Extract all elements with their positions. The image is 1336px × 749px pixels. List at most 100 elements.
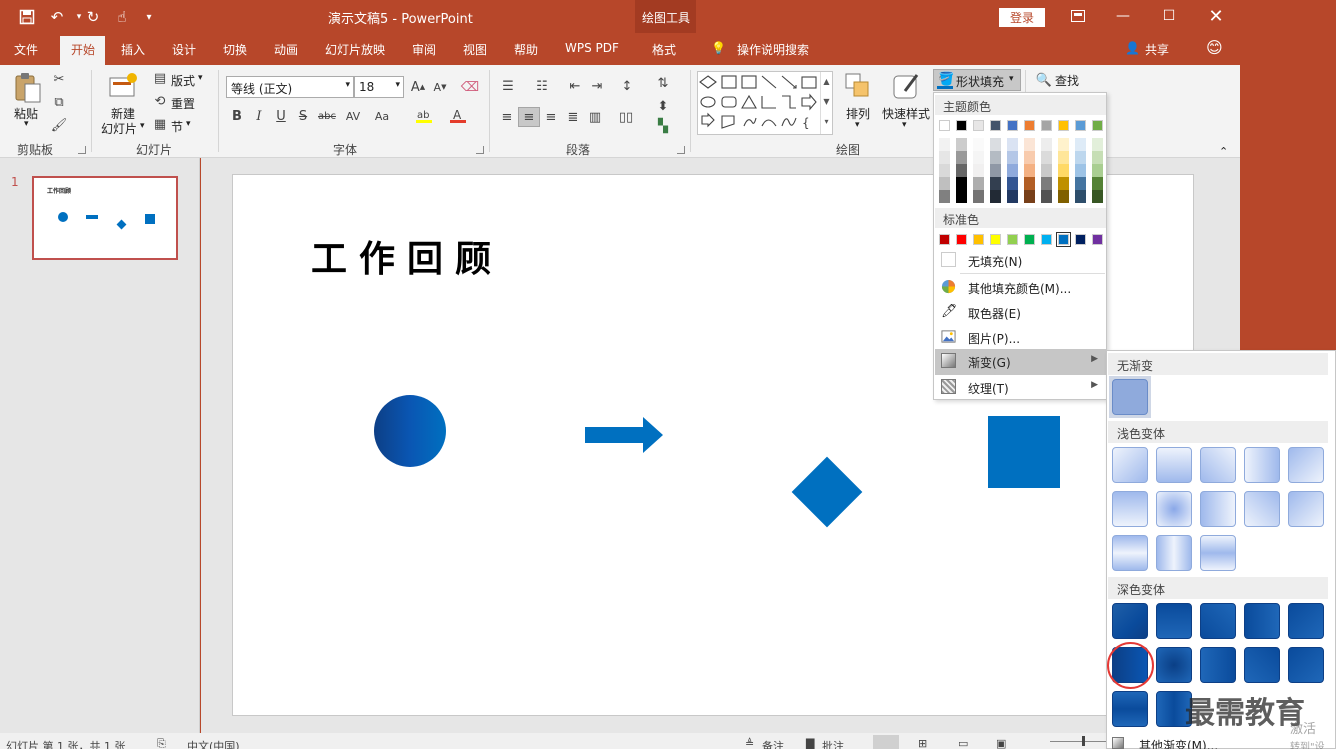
theme-color-swatch[interactable]	[973, 120, 984, 131]
theme-color-shade-swatch[interactable]	[990, 151, 1001, 164]
square-shape[interactable]	[988, 416, 1060, 488]
section-button[interactable]: 节	[171, 118, 183, 135]
theme-color-shade-swatch[interactable]	[1041, 151, 1052, 164]
minimize-icon[interactable]: —	[1100, 4, 1146, 28]
highlight-icon[interactable]: ab	[413, 107, 435, 125]
tab-review[interactable]: 审阅	[412, 41, 436, 58]
theme-color-shade-swatch[interactable]	[1041, 138, 1052, 151]
standard-color-swatch[interactable]	[956, 234, 967, 245]
theme-color-shade-swatch[interactable]	[973, 164, 984, 177]
theme-color-swatch[interactable]	[1007, 120, 1018, 131]
paste-dropdown-icon[interactable]: ▾	[24, 119, 29, 129]
standard-color-swatch[interactable]	[1007, 234, 1018, 245]
font-launcher-icon[interactable]	[476, 146, 484, 154]
reset-button[interactable]: 重置	[171, 95, 195, 112]
language-status[interactable]: 中文(中国)	[187, 738, 240, 749]
theme-color-shade-swatch[interactable]	[956, 151, 967, 164]
arrange-dropdown-icon[interactable]: ▾	[855, 120, 860, 130]
slide-title[interactable]: 工作回顾	[311, 230, 503, 282]
share-button[interactable]: 共享	[1145, 41, 1169, 58]
dark-gradient-swatch[interactable]	[1288, 647, 1324, 683]
line-spacing-icon[interactable]: ↕	[615, 77, 639, 95]
dark-gradient-swatch[interactable]	[1244, 647, 1280, 683]
light-gradient-swatch[interactable]	[1112, 447, 1148, 483]
theme-color-shade-swatch[interactable]	[1075, 190, 1086, 203]
theme-color-shade-swatch[interactable]	[973, 151, 984, 164]
theme-color-swatch[interactable]	[1058, 120, 1069, 131]
theme-color-shade-swatch[interactable]	[1092, 138, 1103, 151]
theme-color-shade-swatch[interactable]	[1041, 190, 1052, 203]
theme-color-shade-swatch[interactable]	[1075, 151, 1086, 164]
notes-icon[interactable]: ≜	[745, 737, 754, 749]
char-spacing-button[interactable]: AV	[341, 107, 365, 125]
quick-styles-icon[interactable]	[890, 70, 922, 102]
theme-color-shade-swatch[interactable]	[1075, 138, 1086, 151]
theme-color-shade-swatch[interactable]	[1041, 164, 1052, 177]
standard-color-swatch[interactable]	[1075, 234, 1086, 245]
theme-color-swatch[interactable]	[1041, 120, 1052, 131]
underline-button[interactable]: U	[273, 107, 289, 125]
standard-color-swatch[interactable]	[1041, 234, 1052, 245]
theme-color-shade-swatch[interactable]	[956, 177, 967, 190]
login-button[interactable]: 登录	[999, 8, 1045, 27]
tab-file[interactable]: 文件	[14, 41, 38, 58]
theme-color-shade-swatch[interactable]	[1024, 177, 1035, 190]
eyedropper-item[interactable]: 🖊 取色器(E)	[935, 300, 1106, 324]
dark-gradient-swatch[interactable]	[1156, 603, 1192, 639]
decrease-indent-icon[interactable]: ⇤	[566, 77, 584, 95]
theme-color-shade-swatch[interactable]	[1058, 151, 1069, 164]
collapse-ribbon-icon[interactable]: ⌃	[1219, 145, 1228, 158]
theme-color-swatch[interactable]	[1075, 120, 1086, 131]
theme-color-shade-swatch[interactable]	[1007, 151, 1018, 164]
theme-color-shade-swatch[interactable]	[990, 190, 1001, 203]
numbering-icon[interactable]: ☷	[532, 77, 552, 95]
undo-icon[interactable]: ↶	[46, 6, 68, 28]
theme-color-swatch[interactable]	[1024, 120, 1035, 131]
align-right-icon[interactable]: ≡	[542, 108, 560, 126]
format-painter-icon[interactable]: 🖌	[50, 116, 68, 134]
slide-sorter-icon[interactable]: ⊞	[918, 737, 927, 749]
columns-icon[interactable]: ▯▯	[615, 108, 637, 126]
standard-color-swatch[interactable]	[1092, 234, 1103, 245]
font-size-combo[interactable]: 18 ▾	[354, 76, 404, 98]
layout-button[interactable]: 版式	[171, 72, 195, 89]
layout-icon[interactable]: ▤	[152, 71, 168, 86]
picture-fill-item[interactable]: 图片(P)...	[935, 325, 1106, 349]
reading-view-icon[interactable]: ▭	[958, 737, 968, 749]
theme-color-shade-swatch[interactable]	[939, 177, 950, 190]
save-icon[interactable]	[16, 6, 38, 28]
clear-format-icon[interactable]: ⌫	[460, 78, 480, 96]
light-gradient-swatch[interactable]	[1200, 535, 1236, 571]
dark-gradient-swatch[interactable]	[1244, 603, 1280, 639]
theme-color-shade-swatch[interactable]	[939, 138, 950, 151]
tab-design[interactable]: 设计	[172, 41, 196, 58]
copy-icon[interactable]: ⧉	[50, 93, 68, 111]
theme-color-shade-swatch[interactable]	[939, 151, 950, 164]
font-name-combo[interactable]: 等线 (正文) ▾	[226, 76, 354, 98]
theme-color-shade-swatch[interactable]	[990, 177, 1001, 190]
theme-color-shade-swatch[interactable]	[1024, 151, 1035, 164]
align-center-icon[interactable]: ≡	[518, 107, 540, 127]
clipboard-launcher-icon[interactable]	[78, 146, 86, 154]
tab-home[interactable]: 开始	[71, 41, 95, 58]
theme-color-shade-swatch[interactable]	[1092, 177, 1103, 190]
align-left-icon[interactable]: ≡	[498, 108, 516, 126]
zoom-thumb[interactable]	[1082, 736, 1085, 746]
find-button[interactable]: 查找	[1055, 72, 1079, 89]
arrow-shape[interactable]	[585, 415, 665, 455]
theme-color-swatch[interactable]	[990, 120, 1001, 131]
section-icon[interactable]: ▦	[152, 117, 168, 132]
tab-wps-pdf[interactable]: WPS PDF	[565, 41, 619, 55]
dark-gradient-swatch[interactable]	[1288, 603, 1324, 639]
light-gradient-swatch[interactable]	[1156, 491, 1192, 527]
theme-color-shade-swatch[interactable]	[1007, 164, 1018, 177]
change-case-button[interactable]: Aa	[371, 107, 393, 125]
theme-color-shade-swatch[interactable]	[1058, 138, 1069, 151]
theme-color-shade-swatch[interactable]	[1075, 177, 1086, 190]
standard-color-swatch[interactable]	[939, 234, 950, 245]
dark-gradient-swatch[interactable]	[1112, 691, 1148, 727]
shrink-font-icon[interactable]: A ▼	[431, 78, 449, 96]
tab-help[interactable]: 帮助	[514, 41, 538, 58]
bullets-icon[interactable]: ☰	[498, 77, 518, 95]
theme-color-shade-swatch[interactable]	[1058, 164, 1069, 177]
